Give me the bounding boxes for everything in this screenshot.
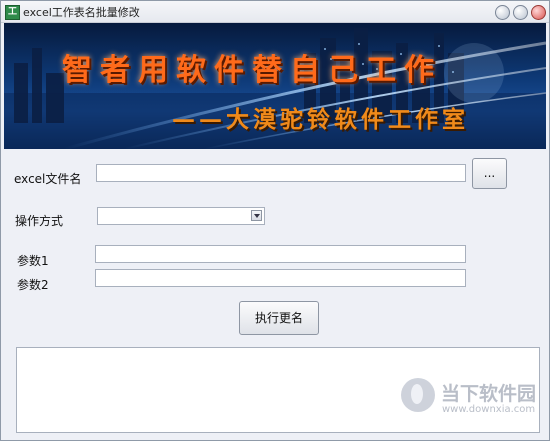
param1-input[interactable] — [95, 245, 466, 263]
window-title: excel工作表名批量修改 — [23, 6, 140, 19]
banner-slogan: 智者用软件替自己工作 — [62, 53, 442, 88]
watermark-url: www.downxia.com — [442, 404, 536, 415]
param2-label: 参数2 — [17, 278, 49, 292]
chevron-down-icon[interactable] — [251, 210, 262, 221]
close-button[interactable] — [531, 5, 546, 20]
watermark-logo-icon — [401, 378, 435, 412]
browse-button[interactable]: ... — [472, 158, 507, 189]
app-window: 工 excel工作表名批量修改 智者用软件替自己工作 ——大漠驼铃软件工作室 e… — [0, 0, 550, 441]
title-bar: 工 excel工作表名批量修改 — [1, 1, 549, 23]
maximize-button[interactable] — [513, 5, 528, 20]
minimize-button[interactable] — [495, 5, 510, 20]
excel-file-input[interactable] — [96, 164, 466, 182]
banner-studio: ——大漠驼铃软件工作室 — [172, 106, 469, 133]
param1-label: 参数1 — [17, 254, 49, 268]
param2-input[interactable] — [95, 269, 466, 287]
operation-mode-select[interactable] — [97, 207, 265, 225]
banner-image: 智者用软件替自己工作 ——大漠驼铃软件工作室 — [4, 23, 546, 149]
operation-mode-label: 操作方式 — [15, 214, 64, 228]
excel-file-label: excel文件名 — [14, 172, 82, 186]
watermark-name: 当下软件园 — [441, 383, 537, 405]
app-icon: 工 — [5, 5, 20, 20]
execute-rename-button[interactable]: 执行更名 — [239, 301, 319, 335]
